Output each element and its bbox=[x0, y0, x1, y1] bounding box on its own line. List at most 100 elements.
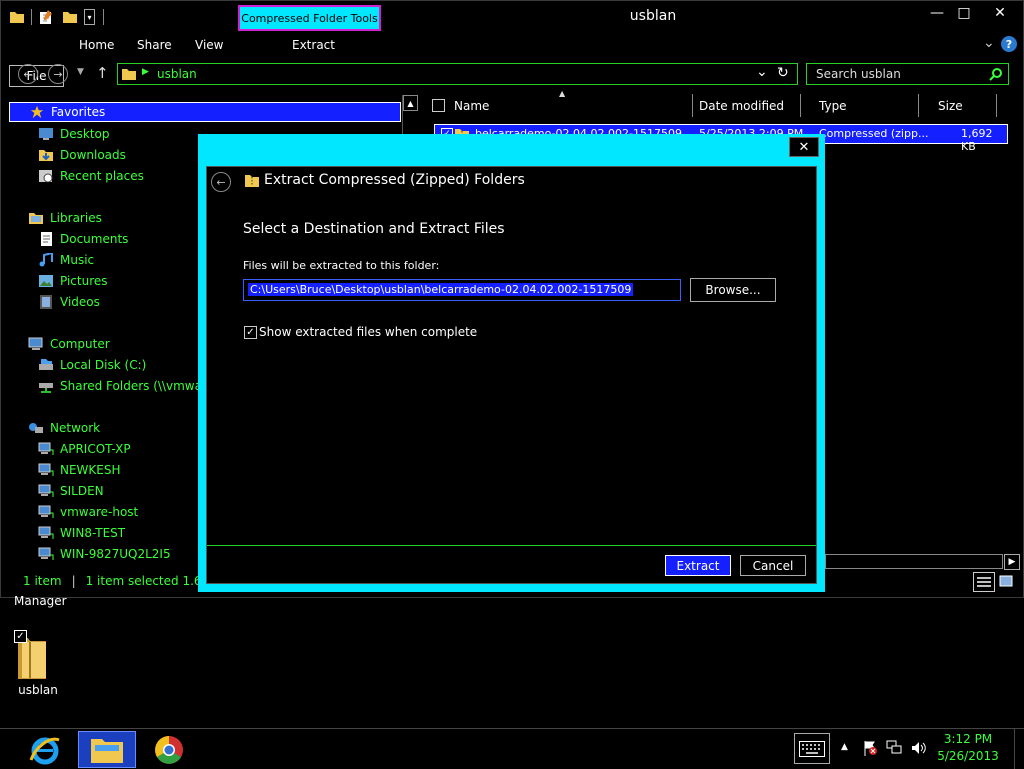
tab-share[interactable]: Share bbox=[137, 38, 172, 52]
dialog-close-button[interactable]: ✕ bbox=[789, 137, 819, 157]
help-icon[interactable]: ? bbox=[1001, 36, 1017, 52]
properties-icon[interactable] bbox=[38, 9, 54, 25]
internet-explorer-icon bbox=[29, 737, 60, 764]
column-type[interactable]: Type bbox=[813, 94, 919, 117]
nav-host-silden[interactable]: SILDEN bbox=[38, 480, 104, 501]
recent-locations-dropdown-icon[interactable]: ▼ bbox=[77, 67, 84, 77]
nav-libraries[interactable]: Libraries bbox=[28, 207, 102, 228]
separator bbox=[31, 9, 32, 25]
nav-label: Libraries bbox=[50, 210, 102, 225]
expand-ribbon-icon[interactable]: ⌄ bbox=[983, 35, 995, 51]
large-icons-view-icon[interactable] bbox=[998, 573, 1014, 589]
volume-icon[interactable] bbox=[910, 740, 926, 756]
folder-icon[interactable] bbox=[9, 9, 25, 25]
show-files-label: Show extracted files when complete bbox=[259, 325, 478, 339]
browse-button[interactable]: Browse... bbox=[690, 278, 776, 302]
clock-time[interactable]: 3:12 PM bbox=[928, 732, 1008, 746]
file-size: 1,692 KB bbox=[961, 127, 993, 153]
quick-access-toolbar: ▾ bbox=[9, 7, 112, 27]
search-input[interactable]: Search usblan bbox=[816, 67, 901, 81]
network-status-icon[interactable] bbox=[886, 740, 902, 756]
new-folder-icon[interactable] bbox=[62, 9, 78, 25]
nav-host-newkesh[interactable]: NEWKESH bbox=[38, 459, 121, 480]
tab-view[interactable]: View bbox=[195, 38, 223, 52]
taskbar-file-explorer[interactable] bbox=[78, 731, 136, 768]
nav-label: Desktop bbox=[60, 126, 110, 141]
tab-home[interactable]: Home bbox=[79, 38, 114, 52]
videos-icon bbox=[40, 294, 52, 309]
nav-label: APRICOT-XP bbox=[60, 441, 131, 456]
show-files-checkbox[interactable]: ✓ bbox=[244, 326, 257, 339]
minimize-button[interactable]: — bbox=[922, 3, 952, 23]
desktop-checkbox[interactable]: ✓ bbox=[14, 630, 27, 643]
search-box[interactable]: Search usblan bbox=[806, 63, 1009, 85]
nav-desktop[interactable]: Desktop bbox=[38, 123, 110, 144]
computer-icon bbox=[28, 337, 43, 350]
select-all-checkbox[interactable] bbox=[432, 99, 445, 112]
network-icon bbox=[29, 422, 43, 433]
nav-network[interactable]: Network bbox=[28, 417, 100, 438]
address-bar[interactable]: ▶ usblan ⌄ ↻ bbox=[117, 63, 798, 85]
nav-music[interactable]: Music bbox=[38, 249, 94, 270]
dialog-back-button[interactable]: ← bbox=[211, 172, 231, 192]
compressed-folder-tools-tab[interactable]: Compressed Folder Tools bbox=[238, 5, 381, 31]
taskbar-internet-explorer[interactable] bbox=[16, 731, 74, 768]
nav-favorites[interactable]: Favorites bbox=[29, 101, 105, 122]
desktop-folder-usblan[interactable]: ✓ usblan bbox=[12, 628, 64, 700]
nav-label: Music bbox=[60, 252, 95, 267]
network-drive-icon bbox=[39, 382, 53, 393]
nav-shared-folders[interactable]: Shared Folders (\\vmware- bbox=[38, 375, 218, 396]
desktop-icon bbox=[39, 127, 53, 140]
taskbar-chrome[interactable] bbox=[140, 731, 198, 768]
column-name[interactable]: Name bbox=[448, 94, 693, 117]
destination-input[interactable]: C:\Users\Bruce\Desktop\usblan\belcarrade… bbox=[243, 279, 681, 301]
close-button[interactable]: ✕ bbox=[985, 3, 1015, 23]
breadcrumb-usblan[interactable]: usblan bbox=[157, 67, 197, 81]
up-arrow-icon[interactable]: ↑ bbox=[96, 64, 109, 82]
show-hidden-icons-icon[interactable]: ▲ bbox=[841, 742, 848, 752]
downloads-icon bbox=[39, 149, 53, 161]
touch-keyboard-icon[interactable] bbox=[794, 733, 830, 764]
extract-button[interactable]: Extract bbox=[665, 555, 731, 576]
scroll-right-icon[interactable]: ▶ bbox=[1004, 554, 1020, 570]
nav-computer[interactable]: Computer bbox=[28, 333, 110, 354]
nav-host-vmware-host[interactable]: vmware-host bbox=[38, 501, 138, 522]
back-button[interactable]: ← bbox=[18, 64, 38, 84]
clock-date[interactable]: 5/26/2013 bbox=[928, 749, 1008, 763]
nav-host-win8-test[interactable]: WIN8-TEST bbox=[38, 522, 125, 543]
customize-toolbar-icon[interactable]: ▾ bbox=[84, 9, 95, 25]
nav-host-apricot-xp[interactable]: APRICOT-XP bbox=[38, 438, 131, 459]
extract-dialog: ✕ ← Extract Compressed (Zipped) Folders … bbox=[198, 134, 825, 592]
horizontal-scrollbar[interactable] bbox=[825, 554, 1003, 569]
column-size[interactable]: Size bbox=[932, 94, 997, 117]
maximize-button[interactable]: □ bbox=[949, 3, 979, 23]
nav-downloads[interactable]: Downloads bbox=[38, 144, 126, 165]
libraries-icon bbox=[29, 212, 43, 224]
nav-label: WIN-9827UQ2L2I5 bbox=[60, 546, 171, 561]
nav-local-disk[interactable]: Local Disk (C:) bbox=[38, 354, 146, 375]
breadcrumb-chevron-icon: ▶ bbox=[142, 67, 149, 77]
tab-extract[interactable]: Extract bbox=[292, 38, 335, 52]
show-desktop-button[interactable] bbox=[1014, 729, 1024, 769]
network-computer-icon bbox=[38, 484, 54, 497]
details-view-icon[interactable] bbox=[973, 572, 995, 592]
nav-host-win-9827uq2l2i5[interactable]: WIN-9827UQ2L2I5 bbox=[38, 543, 171, 564]
nav-pictures[interactable]: Pictures bbox=[38, 270, 108, 291]
cancel-button[interactable]: Cancel bbox=[740, 555, 806, 576]
refresh-icon[interactable]: ↻ bbox=[777, 65, 789, 81]
scroll-up-icon[interactable]: ▲ bbox=[403, 95, 418, 111]
forward-button[interactable]: → bbox=[48, 64, 68, 84]
search-icon[interactable] bbox=[989, 67, 1003, 81]
star-icon bbox=[30, 105, 44, 118]
address-dropdown-icon[interactable]: ⌄ bbox=[756, 64, 768, 80]
nav-label: Local Disk (C:) bbox=[60, 357, 147, 372]
action-center-flag-icon[interactable] bbox=[862, 740, 878, 756]
status-separator: | bbox=[71, 574, 76, 588]
nav-documents[interactable]: Documents bbox=[38, 228, 128, 249]
dialog-title: Extract Compressed (Zipped) Folders bbox=[264, 172, 525, 188]
column-date-modified[interactable]: Date modified bbox=[693, 94, 801, 117]
window-title: usblan bbox=[629, 8, 677, 24]
nav-videos[interactable]: Videos bbox=[38, 291, 100, 312]
nav-recent-places[interactable]: Recent places bbox=[38, 165, 144, 186]
nav-label: NEWKESH bbox=[60, 462, 121, 477]
